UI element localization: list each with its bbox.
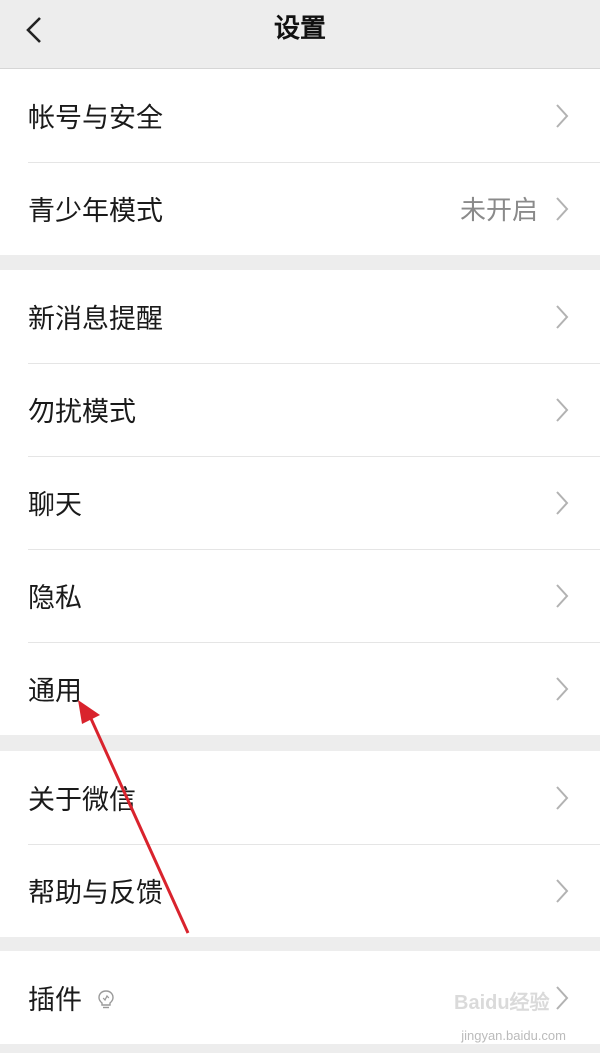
settings-item-label: 帮助与反馈 bbox=[28, 878, 163, 909]
chevron-right-icon bbox=[556, 103, 569, 128]
settings-item-label: 帐号与安全 bbox=[28, 103, 163, 134]
chevron-right-icon bbox=[556, 397, 569, 422]
settings-group-preferences: 新消息提醒 勿扰模式 聊天 隐私 通用 bbox=[0, 270, 600, 735]
settings-item-about-wechat[interactable]: 关于微信 bbox=[0, 751, 600, 844]
settings-item-label: 勿扰模式 bbox=[28, 397, 136, 428]
chevron-right-icon bbox=[556, 490, 569, 515]
settings-group-account: 帐号与安全 青少年模式 未开启 bbox=[0, 69, 600, 255]
svg-text:Baidu经验: Baidu经验 bbox=[454, 990, 550, 1014]
settings-item-label-text: 插件 bbox=[28, 985, 82, 1016]
settings-group-about: 关于微信 帮助与反馈 bbox=[0, 751, 600, 937]
settings-item-label: 青少年模式 bbox=[28, 196, 163, 227]
settings-item-chat[interactable]: 聊天 bbox=[0, 456, 600, 549]
settings-item-label: 插件 bbox=[28, 978, 116, 1017]
chevron-right-icon bbox=[556, 304, 569, 329]
settings-item-notifications[interactable]: 新消息提醒 bbox=[0, 270, 600, 363]
settings-item-label: 关于微信 bbox=[28, 785, 136, 816]
chevron-right-icon bbox=[556, 676, 569, 701]
chevron-right-icon bbox=[556, 785, 569, 810]
settings-item-label: 通用 bbox=[28, 676, 82, 707]
settings-item-privacy[interactable]: 隐私 bbox=[0, 549, 600, 642]
settings-item-label: 新消息提醒 bbox=[28, 304, 163, 335]
page-title: 设置 bbox=[273, 14, 326, 44]
settings-item-help-feedback[interactable]: 帮助与反馈 bbox=[0, 844, 600, 937]
chevron-right-icon bbox=[556, 878, 569, 903]
chevron-right-icon bbox=[556, 196, 569, 221]
settings-item-general[interactable]: 通用 bbox=[0, 642, 600, 735]
settings-item-do-not-disturb[interactable]: 勿扰模式 bbox=[0, 363, 600, 456]
settings-item-label: 隐私 bbox=[28, 583, 82, 614]
chevron-right-icon bbox=[556, 583, 569, 608]
settings-item-teen-mode[interactable]: 青少年模式 未开启 bbox=[0, 162, 600, 255]
settings-item-label: 聊天 bbox=[28, 490, 82, 521]
navigation-bar: 设置 bbox=[0, 0, 600, 69]
watermark-subtext: jingyan.baidu.com bbox=[461, 1028, 566, 1043]
settings-item-account-security[interactable]: 帐号与安全 bbox=[0, 69, 600, 162]
baidu-watermark-logo: Baidu经验 bbox=[454, 990, 550, 1014]
settings-item-value: 未开启 bbox=[459, 196, 538, 226]
lightbulb-icon bbox=[98, 989, 114, 1008]
